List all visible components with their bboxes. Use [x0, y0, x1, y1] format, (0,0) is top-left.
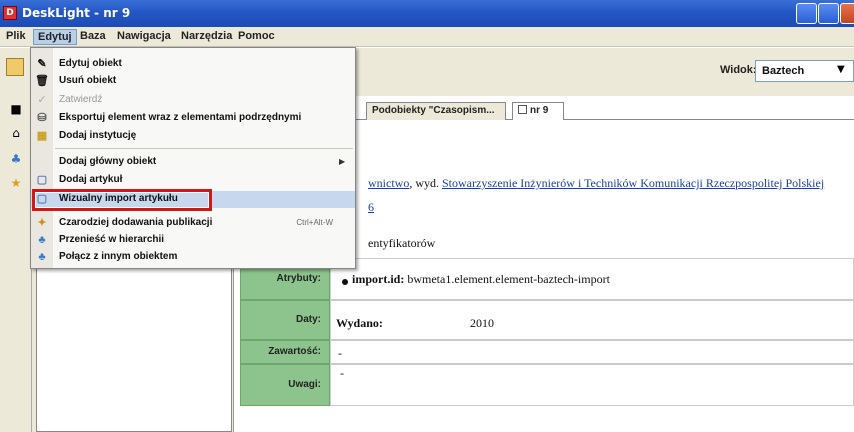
- hierarchy-icon[interactable]: ♣: [8, 152, 24, 166]
- menu-pomoc[interactable]: Pomoc: [234, 29, 279, 45]
- menu-item-zatwierdz: ✓ Zatwierdź: [31, 92, 355, 109]
- hierarchy-icon: ♣: [38, 234, 46, 246]
- daty-value: 2010: [470, 316, 494, 330]
- wizard-icon: ✦: [37, 217, 47, 229]
- menu-baza[interactable]: Baza: [76, 29, 110, 45]
- menu-item-label: Połącz z innym obiektem: [59, 251, 178, 262]
- monitor-icon[interactable]: ■: [8, 102, 24, 116]
- trash-icon: 🗑: [35, 75, 49, 87]
- tree-view[interactable]: [36, 260, 232, 432]
- identifiers-line: entyfikatorów: [368, 236, 436, 250]
- hierarchy-icon: ♣: [38, 251, 46, 263]
- daty-value-cell: [330, 300, 854, 340]
- left-icon-strip: ■ ⌂ ♣ ★: [0, 96, 32, 432]
- menu-item-label: Eksportuj element wraz z elementami podr…: [59, 112, 302, 123]
- publisher-sep: , wyd.: [409, 176, 442, 190]
- menu-item-shortcut: Ctrl+Alt-W: [296, 218, 333, 227]
- menu-narzedzia[interactable]: Narzędzia: [177, 29, 236, 45]
- atrybuty-value: bwmeta1.element.element-baztech-import: [407, 272, 610, 286]
- menu-plik[interactable]: Plik: [2, 29, 30, 45]
- menu-item-label: Dodaj artykuł: [59, 174, 123, 185]
- issue-link[interactable]: 6: [368, 200, 374, 214]
- widok-label: Widok:: [720, 64, 757, 76]
- atrybuty-key: import.id:: [352, 272, 405, 286]
- daty-label: Daty:: [240, 300, 330, 340]
- menu-item-usun-obiekt[interactable]: 🗑 Usuń obiekt: [31, 73, 355, 90]
- tree-icon[interactable]: ⌂: [8, 126, 24, 140]
- uwagi-label: Uwagi:: [240, 364, 330, 406]
- daty-key: Wydano:: [336, 316, 383, 330]
- tab-nr9[interactable]: nr 9: [512, 102, 564, 120]
- check-icon: ✓: [37, 94, 47, 106]
- maximize-button[interactable]: [818, 3, 839, 24]
- tab-podobiekty[interactable]: Podobiekty "Czasopism...: [366, 102, 506, 120]
- tab-nr9-label: nr 9: [530, 105, 549, 116]
- close-button[interactable]: [840, 3, 854, 24]
- zawartosc-value-cell: [330, 340, 854, 364]
- menu-bar: Plik Edytuj Baza Nawigacja Narzędzia Pom…: [0, 27, 854, 47]
- bullet-icon: [342, 279, 348, 285]
- atrybuty-entry: import.id: bwmeta1.element.element-bazte…: [352, 272, 610, 287]
- menu-item-czarodziej[interactable]: ✦ Czarodziej dodawania publikacji Ctrl+A…: [31, 215, 355, 232]
- menu-item-label: Przenieść w hierarchii: [59, 234, 165, 245]
- edit-icon: ✎: [37, 58, 47, 70]
- zawartosc-value: -: [338, 346, 342, 360]
- issue-link-line: 6: [368, 200, 374, 215]
- star-icon[interactable]: ★: [8, 176, 24, 190]
- folder-icon[interactable]: [6, 58, 24, 76]
- menu-item-polacz[interactable]: ♣ Połącz z innym obiektem: [31, 249, 355, 266]
- title-bar: D DeskLight - nr 9: [0, 0, 854, 27]
- menu-item-dodaj-instytucje[interactable]: ▦ Dodaj instytucję: [31, 128, 355, 145]
- uwagi-value-cell: [330, 364, 854, 406]
- chevron-down-icon[interactable]: ▼: [837, 64, 845, 75]
- menu-item-label: Zatwierdź: [59, 94, 103, 105]
- uwagi-value: -: [340, 366, 344, 380]
- minimize-button[interactable]: [796, 3, 817, 24]
- menu-item-edytuj-obiekt[interactable]: ✎ Edytuj obiekt: [31, 56, 355, 73]
- publisher-link[interactable]: Stowarzyszenie Inżynierów i Techników Ko…: [442, 176, 824, 190]
- menu-item-label: Czarodziej dodawania publikacji: [59, 217, 213, 228]
- publisher-type-link[interactable]: wnictwo: [368, 176, 409, 190]
- building-icon: ▦: [36, 130, 48, 142]
- submenu-arrow-icon: ▶: [339, 157, 346, 166]
- menu-item-label: Dodaj instytucję: [59, 130, 137, 141]
- database-icon: ⛁: [37, 112, 47, 124]
- document-icon: ▢: [36, 174, 48, 186]
- menu-edytuj[interactable]: Edytuj: [33, 29, 77, 45]
- menu-item-dodaj-glowny-obiekt[interactable]: Dodaj główny obiekt: [31, 154, 355, 171]
- highlight-box: [32, 189, 212, 211]
- app-icon: D: [3, 6, 17, 20]
- window-title: DeskLight - nr 9: [22, 6, 131, 20]
- menu-item-label: Edytuj obiekt: [59, 58, 122, 69]
- zawartosc-label: Zawartość:: [240, 340, 330, 364]
- menu-item-dodaj-artykul[interactable]: ▢ Dodaj artykuł: [31, 172, 355, 189]
- menu-item-eksportuj[interactable]: ⛁ Eksportuj element wraz z elementami po…: [31, 110, 355, 127]
- menu-nawigacja[interactable]: Nawigacja: [113, 29, 175, 45]
- menu-item-label: Dodaj główny obiekt: [59, 156, 157, 167]
- document-icon: [518, 105, 527, 114]
- menu-separator: [55, 148, 353, 149]
- menu-item-label: Usuń obiekt: [59, 75, 117, 86]
- publisher-line: wnictwo, wyd. Stowarzyszenie Inżynierów …: [368, 176, 824, 191]
- menu-item-przeniesc[interactable]: ♣ Przenieść w hierarchii: [31, 232, 355, 249]
